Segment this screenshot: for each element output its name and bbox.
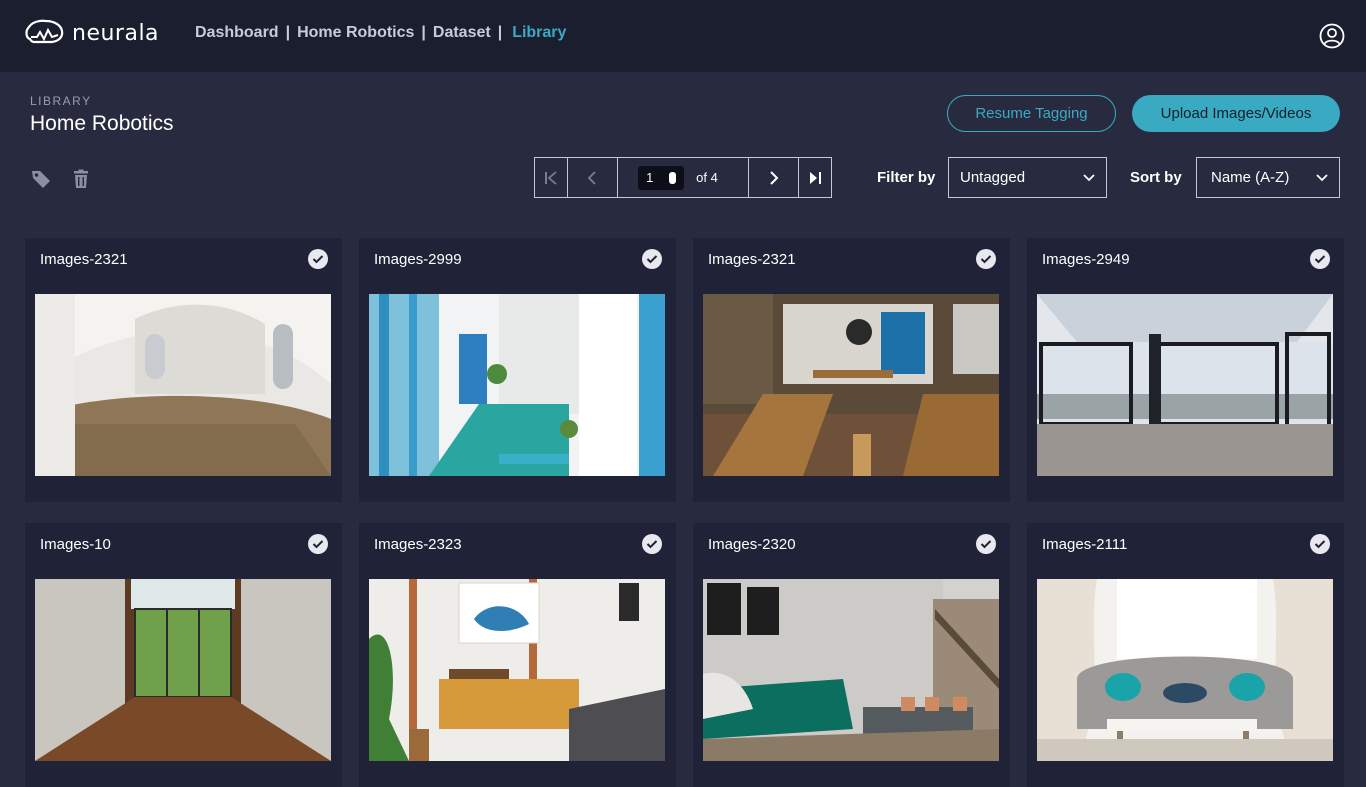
image-card[interactable]: Images-2320 xyxy=(693,523,1010,787)
chevron-down-icon xyxy=(1083,174,1095,182)
last-page-button[interactable] xyxy=(799,158,831,197)
sort-label: Sort by xyxy=(1130,169,1182,186)
user-account-icon[interactable] xyxy=(1319,23,1345,49)
image-card[interactable]: Images-2999 xyxy=(359,238,676,502)
next-page-button[interactable] xyxy=(749,158,800,197)
image-thumbnail[interactable] xyxy=(35,579,331,761)
card-header: Images-2949 xyxy=(1027,238,1344,278)
breadcrumb-separator: | xyxy=(497,24,503,41)
card-title: Images-2111 xyxy=(1042,536,1128,553)
card-header: Images-10 xyxy=(25,523,342,563)
page-indicator: 1 of 4 xyxy=(618,158,749,197)
image-thumbnail[interactable] xyxy=(369,579,665,761)
breadcrumb: Dashboard | Home Robotics | Dataset | Li… xyxy=(195,24,566,42)
breadcrumb-dataset[interactable]: Dataset xyxy=(433,24,491,42)
card-header: Images-2111 xyxy=(1027,523,1344,563)
sort-select[interactable]: Name (A-Z) xyxy=(1196,157,1340,198)
brand-name: neurala xyxy=(72,20,160,46)
breadcrumb-library[interactable]: Library xyxy=(512,24,566,42)
card-title: Images-2949 xyxy=(1042,251,1130,268)
page-number-input[interactable]: 1 xyxy=(638,165,685,190)
card-header: Images-2323 xyxy=(359,523,676,563)
chevron-down-icon xyxy=(1316,174,1328,182)
image-thumbnail[interactable] xyxy=(1037,579,1333,761)
filter-label: Filter by xyxy=(877,169,936,186)
filter-select[interactable]: Untagged xyxy=(948,157,1107,198)
card-title: Images-2323 xyxy=(374,536,462,553)
image-card[interactable]: Images-2321 xyxy=(25,238,342,502)
breadcrumb-home-robotics[interactable]: Home Robotics xyxy=(297,24,414,42)
page-total: of 4 xyxy=(696,170,718,185)
check-circle-icon[interactable] xyxy=(308,534,328,554)
image-thumbnail[interactable] xyxy=(703,294,999,476)
tag-icon[interactable] xyxy=(30,168,52,190)
page-number: 1 xyxy=(646,170,654,185)
card-title: Images-2321 xyxy=(708,251,796,268)
chevron-left-icon xyxy=(588,170,597,185)
image-thumbnail[interactable] xyxy=(703,579,999,761)
resume-tagging-button[interactable]: Resume Tagging xyxy=(947,95,1116,132)
image-thumbnail[interactable] xyxy=(1037,294,1333,476)
first-page-button[interactable] xyxy=(535,158,568,197)
top-bar: neurala Dashboard | Home Robotics | Data… xyxy=(0,0,1366,72)
check-circle-icon[interactable] xyxy=(1310,534,1330,554)
pagination: 1 of 4 xyxy=(534,157,832,198)
check-circle-icon[interactable] xyxy=(642,534,662,554)
image-thumbnail[interactable] xyxy=(369,294,665,476)
previous-page-button[interactable] xyxy=(568,158,619,197)
card-header: Images-2321 xyxy=(693,238,1010,278)
card-header: Images-2320 xyxy=(693,523,1010,563)
image-card[interactable]: Images-10 xyxy=(25,523,342,787)
breadcrumb-separator: | xyxy=(421,24,426,41)
check-circle-icon[interactable] xyxy=(976,534,996,554)
stepper-icon[interactable] xyxy=(669,171,677,184)
card-title: Images-2321 xyxy=(40,251,128,268)
card-header: Images-2321 xyxy=(25,238,342,278)
trash-icon[interactable] xyxy=(70,168,92,190)
breadcrumb-dashboard[interactable]: Dashboard xyxy=(195,24,279,42)
brain-icon xyxy=(25,19,64,44)
check-circle-icon[interactable] xyxy=(642,249,662,269)
page-title: Home Robotics xyxy=(30,112,174,135)
check-circle-icon[interactable] xyxy=(976,249,996,269)
card-header: Images-2999 xyxy=(359,238,676,278)
image-card[interactable]: Images-2323 xyxy=(359,523,676,787)
image-card[interactable]: Images-2949 xyxy=(1027,238,1344,502)
image-card[interactable]: Images-2111 xyxy=(1027,523,1344,787)
upload-button[interactable]: Upload Images/Videos xyxy=(1132,95,1340,132)
card-title: Images-10 xyxy=(40,536,111,553)
image-card[interactable]: Images-2321 xyxy=(693,238,1010,502)
last-page-icon xyxy=(810,171,822,184)
section-label: LIBRARY xyxy=(30,94,92,108)
check-circle-icon[interactable] xyxy=(1310,249,1330,269)
image-thumbnail[interactable] xyxy=(35,294,331,476)
card-title: Images-2999 xyxy=(374,251,462,268)
breadcrumb-separator: | xyxy=(285,24,291,41)
first-page-icon xyxy=(544,170,557,185)
sort-value: Name (A-Z) xyxy=(1211,169,1290,186)
card-title: Images-2320 xyxy=(708,536,796,553)
filter-value: Untagged xyxy=(960,169,1026,186)
brand-logo[interactable]: neurala xyxy=(24,18,159,48)
chevron-right-icon xyxy=(769,170,779,185)
check-circle-icon[interactable] xyxy=(308,249,328,269)
